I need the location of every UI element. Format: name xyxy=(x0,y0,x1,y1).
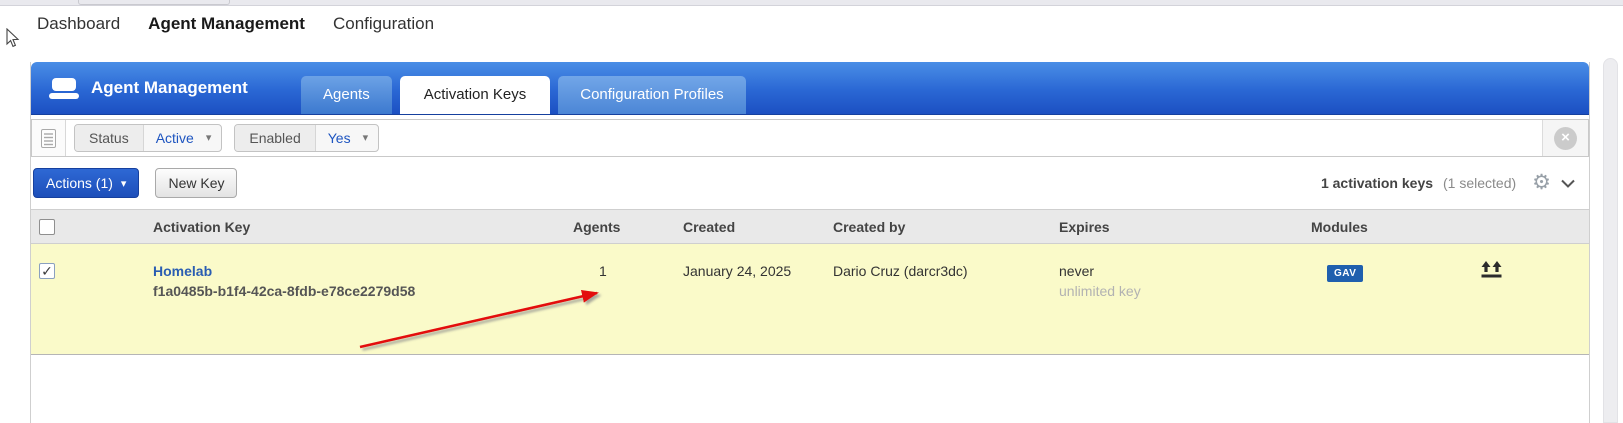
tab-bar: Agents Activation Keys Configuration Pro… xyxy=(301,76,746,114)
action-bar: Actions (1) ▾ New Key 1 activation keys … xyxy=(31,157,1589,209)
filter-status[interactable]: Status Active ▾ xyxy=(74,124,223,152)
column-agents[interactable]: Agents xyxy=(565,219,675,235)
upload-arrows-icon[interactable] xyxy=(1481,261,1503,282)
selected-count: (1 selected) xyxy=(1443,175,1517,191)
caret-down-icon: ▾ xyxy=(120,177,127,190)
filter-bar: Status Active ▾ Enabled Yes ▾ × xyxy=(31,119,1589,157)
nav-item-dashboard[interactable]: Dashboard xyxy=(37,14,120,34)
expires-value: never xyxy=(1059,263,1095,279)
vertical-scrollbar[interactable] xyxy=(1603,58,1618,423)
clear-filters-icon[interactable]: × xyxy=(1554,126,1577,150)
tab-configuration-profiles[interactable]: Configuration Profiles xyxy=(558,76,746,114)
filter-enabled-value[interactable]: Yes xyxy=(316,125,361,151)
agent-management-panel: Agent Management Agents Activation Keys … xyxy=(30,62,1590,423)
chevron-down-icon[interactable] xyxy=(1561,179,1575,188)
filter-enabled[interactable]: Enabled Yes ▾ xyxy=(234,124,380,152)
filter-status-label: Status xyxy=(75,125,144,151)
top-navigation: Dashboard Agent Management Configuration xyxy=(37,14,434,34)
browser-edge-strip xyxy=(0,0,1623,6)
row-checkbox[interactable]: ✓ xyxy=(39,263,55,279)
drive-icon xyxy=(49,78,79,104)
activation-key-name-link[interactable]: Homelab xyxy=(153,263,565,279)
column-expires[interactable]: Expires xyxy=(1051,219,1303,235)
gear-icon[interactable]: ⚙ xyxy=(1532,172,1551,193)
caret-down-icon[interactable]: ▾ xyxy=(361,125,379,151)
tab-activation-keys[interactable]: Activation Keys xyxy=(399,76,551,114)
caret-down-icon[interactable]: ▾ xyxy=(204,125,222,151)
column-activation-key[interactable]: Activation Key xyxy=(145,219,565,235)
created-date: January 24, 2025 xyxy=(683,263,792,279)
nav-item-agent-management[interactable]: Agent Management xyxy=(148,14,305,34)
module-badge-gav: GAV xyxy=(1327,265,1364,282)
column-modules[interactable]: Modules xyxy=(1303,219,1473,235)
table-header: Activation Key Agents Created Created by… xyxy=(31,209,1589,244)
panel-title: Agent Management xyxy=(91,78,248,97)
list-summary: 1 activation keys (1 selected) ⚙ xyxy=(1320,172,1575,193)
browser-edge-remnant xyxy=(78,0,230,5)
nav-item-configuration[interactable]: Configuration xyxy=(333,14,434,34)
mouse-cursor xyxy=(5,27,20,53)
activation-keys-count: 1 activation keys xyxy=(1320,175,1434,191)
filter-enabled-label: Enabled xyxy=(235,125,316,151)
document-icon xyxy=(41,128,56,148)
actions-button[interactable]: Actions (1) ▾ xyxy=(33,168,140,198)
column-created-by[interactable]: Created by xyxy=(825,219,1051,235)
tab-agents[interactable]: Agents xyxy=(301,76,392,114)
panel-header: Agent Management Agents Activation Keys … xyxy=(31,62,1589,115)
select-all-checkbox[interactable] xyxy=(39,218,55,235)
filter-clear-cell: × xyxy=(1542,120,1588,156)
agents-count: 1 xyxy=(599,263,607,279)
table-row[interactable]: ✓ Homelab f1a0485b-b1f4-42ca-8fdb-e78ce2… xyxy=(31,244,1589,355)
activation-key-uuid: f1a0485b-b1f4-42ca-8fdb-e78ce2279d58 xyxy=(153,283,416,299)
filter-status-value[interactable]: Active xyxy=(144,125,204,151)
filter-list-button[interactable] xyxy=(32,120,66,156)
filter-chips: Status Active ▾ Enabled Yes ▾ xyxy=(74,124,380,152)
expires-note: unlimited key xyxy=(1059,283,1141,299)
created-by: Dario Cruz (darcr3dc) xyxy=(833,263,968,279)
column-created[interactable]: Created xyxy=(675,219,825,235)
actions-button-label: Actions (1) xyxy=(46,175,113,191)
new-key-button[interactable]: New Key xyxy=(155,168,238,198)
